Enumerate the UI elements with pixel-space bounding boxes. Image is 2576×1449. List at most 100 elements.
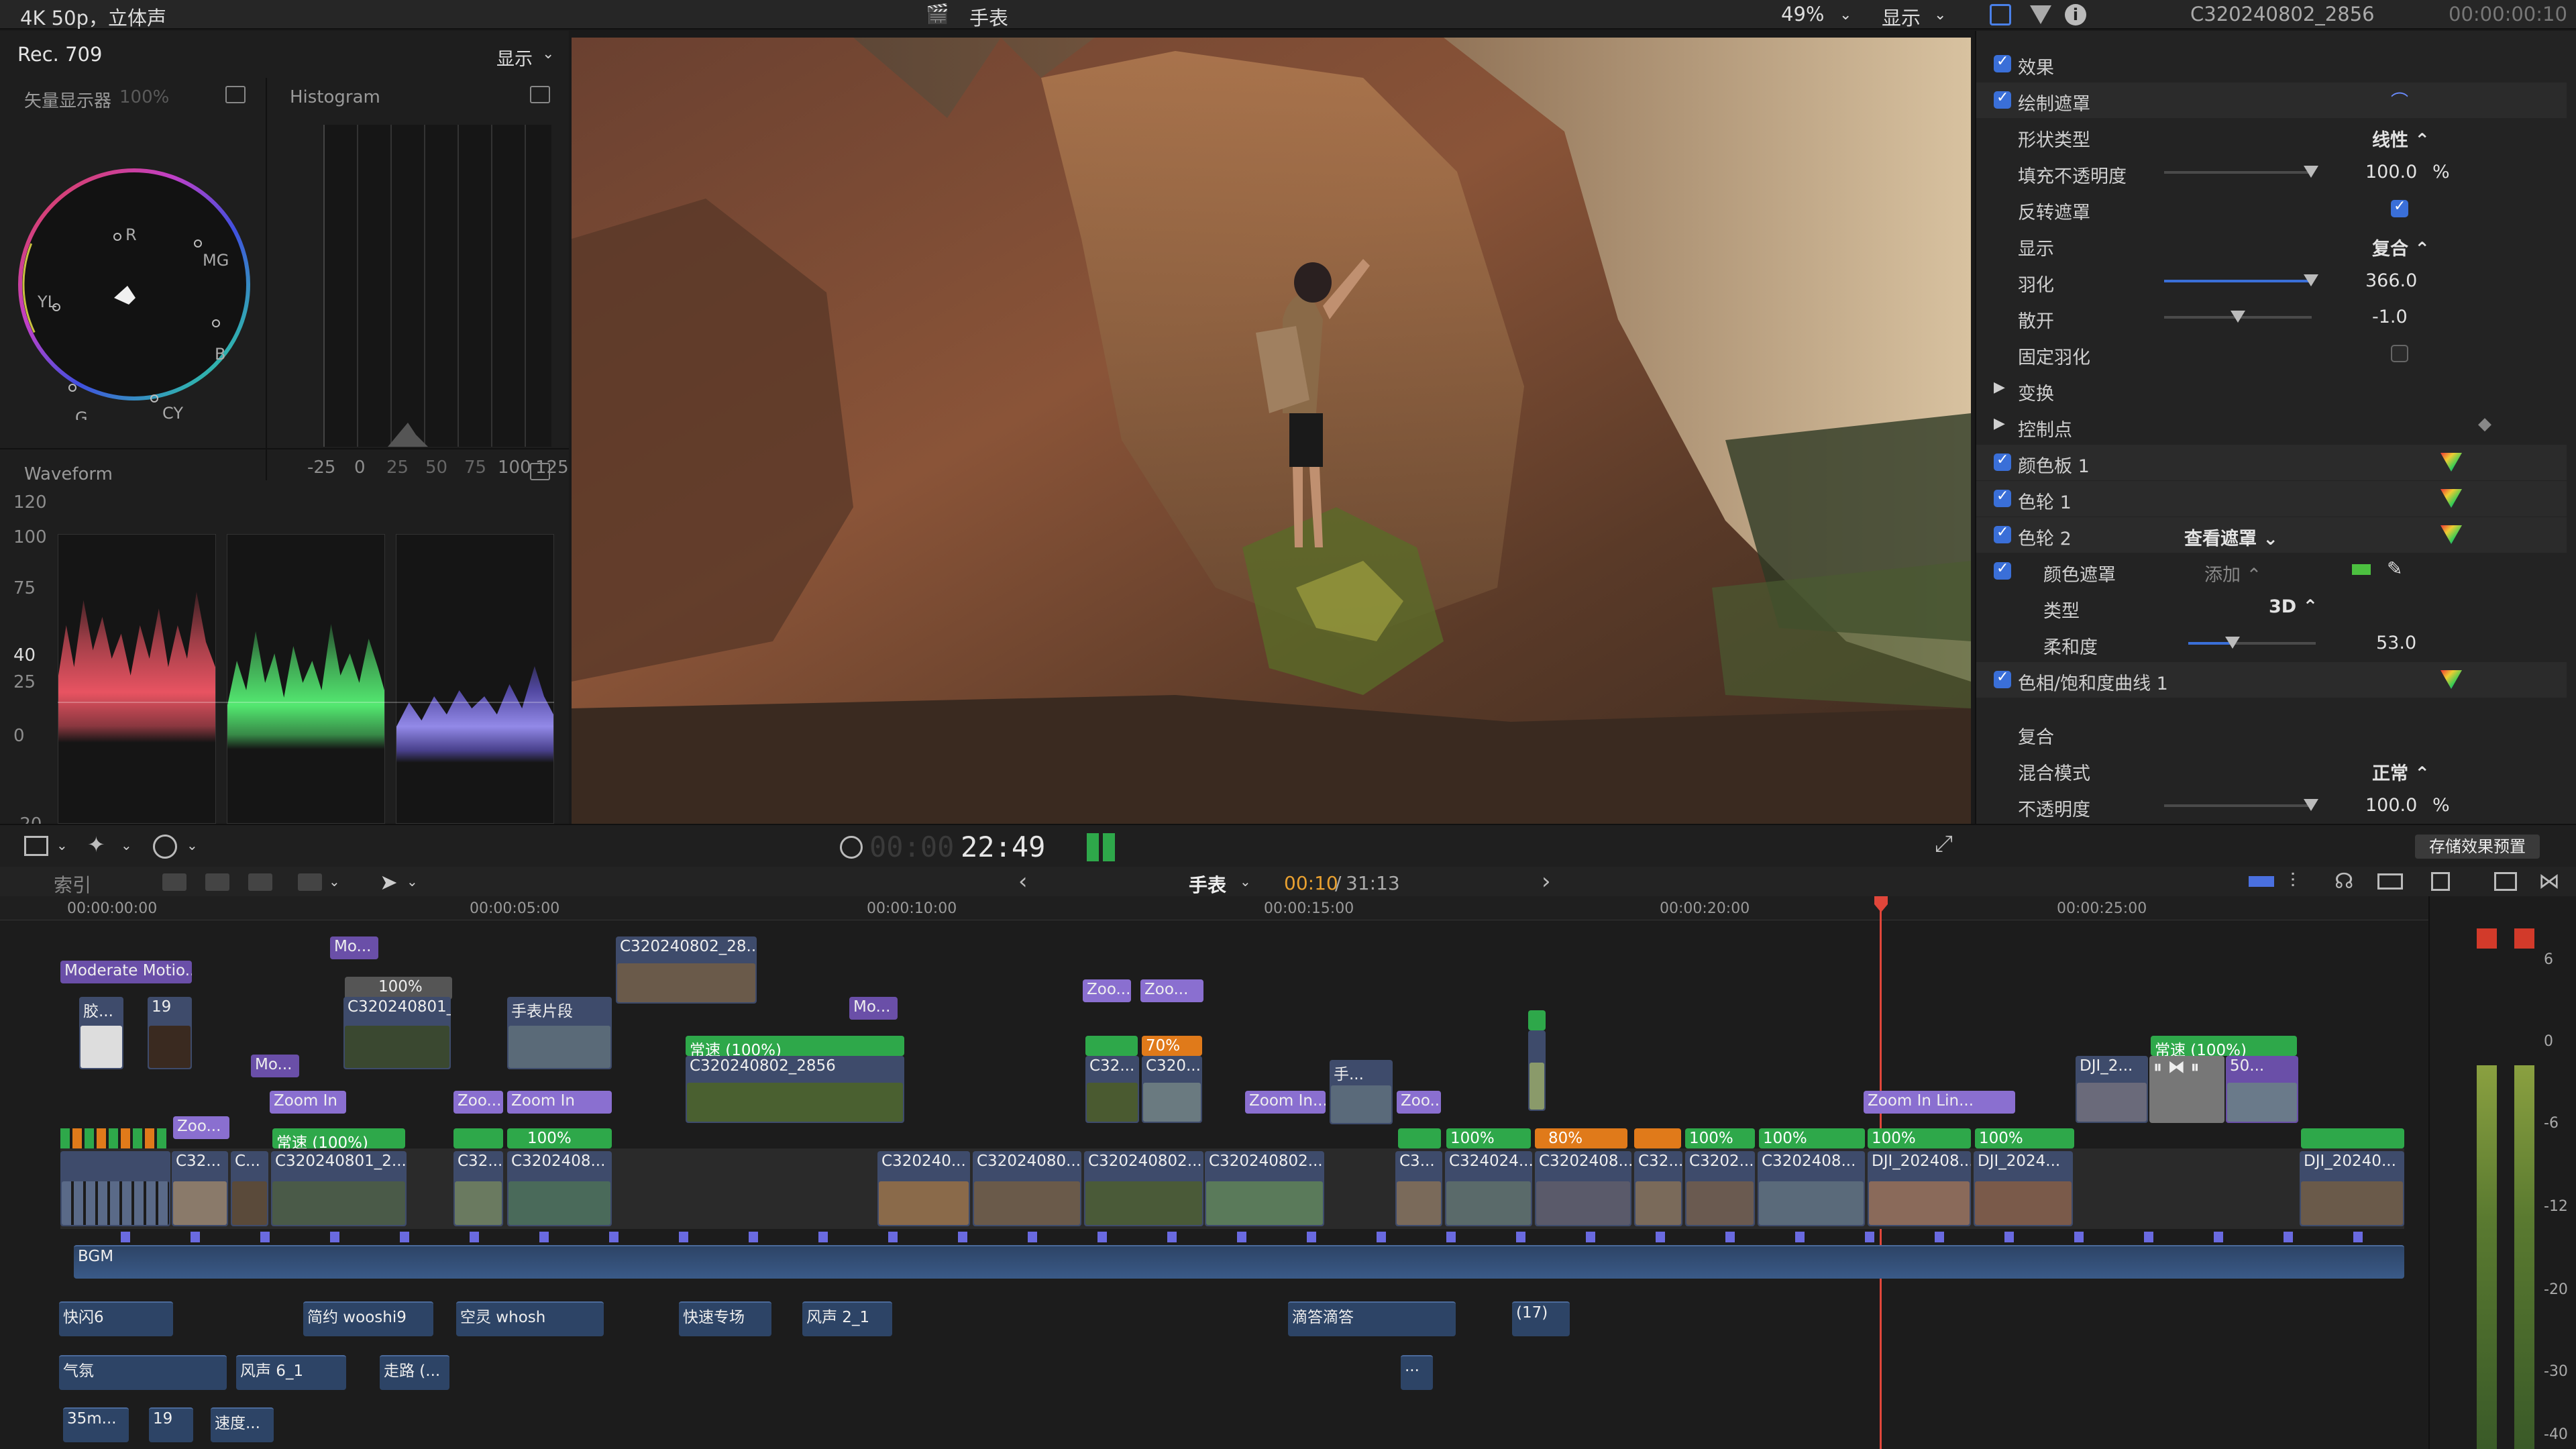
video-clip[interactable]: DJI_2024... (1974, 1151, 2073, 1226)
scope-settings-icon[interactable] (530, 463, 550, 480)
audio-clip[interactable]: (17) (1512, 1301, 1570, 1336)
color-wheels-icon[interactable] (2440, 525, 2462, 544)
color-board-checkbox[interactable] (1994, 451, 2011, 471)
chevron-down-icon[interactable]: ⌄ (1934, 7, 1946, 23)
audio-clip[interactable]: 35m... (63, 1407, 129, 1442)
title-clip[interactable]: Zoo... (173, 1116, 229, 1139)
video-clip[interactable] (60, 1151, 170, 1226)
color-swatch[interactable] (2352, 564, 2371, 575)
view-menu[interactable]: 显示 (1882, 3, 1921, 31)
fixed-feather-checkbox[interactable] (2391, 345, 2408, 362)
video-clip[interactable]: C320240802_2856 (686, 1056, 904, 1123)
chevron-down-icon[interactable]: ⌄ (329, 873, 340, 890)
video-clip[interactable]: 手... (1330, 1060, 1393, 1124)
save-effects-preset-button[interactable]: 存储效果预置 (2415, 835, 2540, 859)
video-clip[interactable]: 50... (2226, 1056, 2298, 1123)
video-clip[interactable]: C324024... (1445, 1151, 1532, 1226)
retime-bar[interactable] (1398, 1128, 1441, 1148)
filter-icon[interactable] (2030, 5, 2051, 24)
connect-clip-icon[interactable] (162, 873, 186, 891)
color-board-icon[interactable] (2440, 453, 2462, 472)
retime-bar[interactable] (2301, 1128, 2404, 1148)
markers-row[interactable] (60, 1232, 2404, 1242)
chevron-down-icon[interactable]: ⌄ (1839, 7, 1851, 23)
title-clip[interactable]: Mo... (330, 936, 378, 959)
retime-bar[interactable]: 70% (1142, 1036, 1202, 1056)
title-clip[interactable]: Zoom In (507, 1091, 612, 1114)
audio-clip[interactable]: 风声 2_1 (802, 1301, 892, 1336)
audio-skimming-icon[interactable]: ⫶ (2290, 869, 2296, 893)
transitions-browser-icon[interactable]: ⋈ (2538, 868, 2560, 894)
crop-tool-icon[interactable] (24, 836, 48, 856)
opacity-slider[interactable] (2164, 799, 2318, 811)
title-clip[interactable]: Zoom In Lin... (1864, 1091, 2015, 1114)
info-icon[interactable]: i (2065, 4, 2086, 25)
scope-settings-icon[interactable] (225, 86, 246, 103)
append-clip-icon[interactable] (248, 873, 272, 891)
audio-clip[interactable]: 速度... (211, 1407, 274, 1442)
retime-bar[interactable]: 100% (1446, 1128, 1531, 1148)
audio-clip[interactable]: 空灵 whosh (456, 1301, 604, 1336)
curves-icon[interactable] (2440, 670, 2462, 689)
video-clip[interactable]: DJI_20240... (2300, 1151, 2404, 1226)
video-clip[interactable]: C320240801_2... (343, 997, 451, 1069)
color-wheels-icon[interactable] (2440, 489, 2462, 508)
video-clip[interactable]: 胶... (79, 997, 123, 1069)
timeline-project-menu[interactable]: 手表 (1189, 871, 1226, 898)
title-clip[interactable]: Zoo... (453, 1091, 503, 1114)
fill-opacity-slider[interactable] (2164, 166, 2318, 178)
scope-display-menu[interactable]: 显示 (496, 44, 533, 70)
chevron-down-icon[interactable]: ⌄ (1240, 873, 1251, 890)
softness-slider[interactable] (2188, 637, 2316, 649)
title-clip[interactable]: Moderate Motio... (60, 961, 192, 983)
index-button[interactable]: 索引 (54, 871, 91, 898)
chevron-down-icon[interactable]: ⌄ (542, 46, 554, 62)
color-mask-checkbox[interactable] (1994, 560, 2011, 580)
timeline[interactable]: 00:00:00:00 00:00:05:00 00:00:10:00 00:0… (0, 896, 2428, 1449)
title-clip[interactable]: Zoom In (270, 1091, 346, 1114)
title-clip[interactable]: Zoom In... (1245, 1091, 1326, 1114)
title-clip[interactable]: Zoo... (1083, 979, 1131, 1002)
color-wheels-2-checkbox[interactable] (1994, 524, 2011, 543)
hue-sat-checkbox[interactable] (1994, 669, 2011, 688)
video-clip[interactable]: C3202... (1685, 1151, 1755, 1226)
chevron-down-icon[interactable]: ⌄ (121, 837, 132, 853)
retime-bar[interactable] (1634, 1128, 1681, 1148)
effects-checkbox[interactable] (1994, 53, 2011, 72)
magic-wand-icon[interactable]: ✦ (87, 832, 105, 857)
video-clip[interactable]: C3202408... (507, 1151, 612, 1226)
title-clip[interactable]: Mo... (849, 997, 898, 1020)
video-inspector-icon[interactable] (1990, 4, 2011, 25)
audio-clip[interactable]: 19 (149, 1407, 193, 1442)
video-clip[interactable]: C3202408... (1758, 1151, 1865, 1226)
video-clip[interactable]: 19 (148, 997, 192, 1069)
shape-type-popup[interactable]: 线性 ⌃ (2372, 125, 2430, 152)
video-clip[interactable]: C3202408... (1535, 1151, 1631, 1226)
audio-clip[interactable]: 快速专场 (679, 1301, 771, 1336)
video-clip[interactable]: C... (231, 1151, 268, 1226)
solo-icon[interactable] (2377, 873, 2403, 890)
audio-clip[interactable]: 走路 (... (380, 1355, 449, 1390)
color-mask-add-popup[interactable]: 添加 ⌃ (2204, 560, 2261, 586)
feather-slider[interactable] (2164, 274, 2318, 286)
audio-clip[interactable]: 快闪6 (59, 1301, 173, 1336)
mask-icon[interactable]: ⌒ (2391, 88, 2408, 113)
retime-bar[interactable] (453, 1128, 503, 1148)
eyedropper-icon[interactable]: ✎ (2387, 557, 2402, 580)
video-clip[interactable]: C32... (1085, 1056, 1139, 1123)
video-clip[interactable]: C320240802... (1084, 1151, 1203, 1226)
back-arrow-icon[interactable]: ‹ (1018, 868, 1028, 895)
video-clip[interactable]: C320240802_28... (616, 936, 757, 1004)
video-clip[interactable]: C32... (1634, 1151, 1682, 1226)
video-clip[interactable]: 手表片段 (507, 997, 612, 1069)
audio-clip[interactable]: ... (1401, 1355, 1433, 1390)
video-clip[interactable] (1528, 1030, 1546, 1111)
video-clip[interactable]: C3... (1395, 1151, 1442, 1226)
insert-clip-icon[interactable] (205, 873, 229, 891)
scope-settings-icon[interactable] (530, 86, 550, 103)
view-mask-popup[interactable]: 查看遮罩 ⌄ (2184, 524, 2278, 550)
timecode-icon[interactable] (840, 836, 863, 859)
zoom-menu[interactable]: 49% (1781, 3, 1824, 25)
video-viewer[interactable] (572, 38, 1971, 824)
video-clip[interactable]: DJI_202408... (1868, 1151, 1971, 1226)
